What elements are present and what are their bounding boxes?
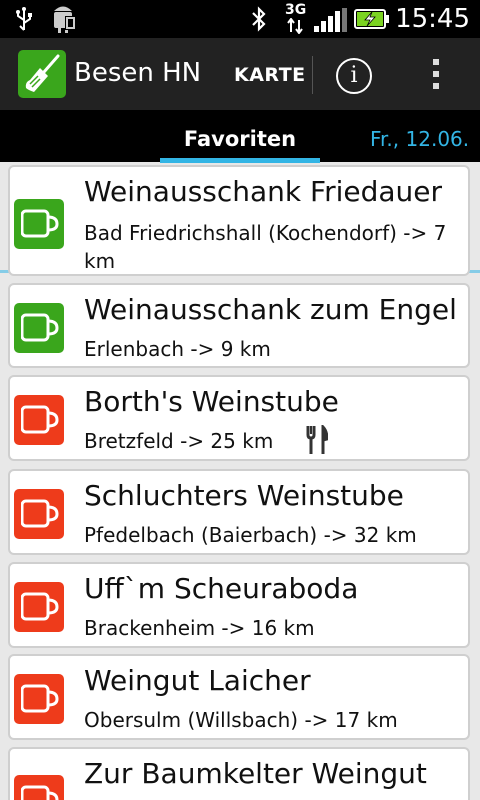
wine-cup-closed-icon: [14, 489, 64, 539]
broom-icon: [25, 54, 60, 92]
item-title: Uff`m Scheuraboda: [84, 572, 359, 605]
signal-icon: [314, 8, 347, 32]
item-title: Schluchters Weinstube: [84, 479, 404, 512]
item-title: Weingut Laicher: [84, 664, 311, 697]
list-item[interactable]: Uff`m Scheuraboda Brackenheim -> 16 km: [8, 562, 470, 648]
app-title: Besen HN: [74, 58, 202, 88]
wine-cup-open-icon: [14, 303, 64, 353]
action-bar-divider: [312, 56, 313, 94]
favorites-list: Weinausschank Friedauer Bad Friedrichsha…: [0, 163, 480, 800]
list-item[interactable]: Schluchters Weinstube Pfedelbach (Baierb…: [8, 469, 470, 555]
item-title: Weinausschank zum Engel: [84, 293, 457, 326]
status-bar: 3G 15:45: [0, 0, 480, 38]
item-title: Zur Baumkelter Weingut: [84, 757, 427, 790]
wine-cup-closed-icon: [14, 775, 64, 800]
item-subtitle: Bad Friedrichshall (Kochendorf) -> 7 km: [84, 221, 447, 273]
data-arrows-icon: [287, 18, 303, 34]
status-time: 15:45: [395, 4, 470, 34]
app-logo-icon[interactable]: [18, 50, 66, 98]
tab-bar: Favoriten Fr., 12.06.: [0, 110, 480, 273]
item-subtitle: Obersulm (Willsbach) -> 17 km: [84, 708, 398, 732]
list-item[interactable]: Weinausschank zum Engel Erlenbach -> 9 k…: [8, 283, 470, 368]
list-item[interactable]: Weingut Laicher Obersulm (Willsbach) -> …: [8, 654, 470, 740]
map-button[interactable]: KARTE: [234, 64, 306, 86]
wine-cup-closed-icon: [14, 395, 64, 445]
info-icon[interactable]: i: [336, 58, 372, 94]
tab-favoriten[interactable]: Favoriten: [160, 110, 320, 162]
tab-date[interactable]: Fr., 12.06.: [370, 110, 469, 162]
wine-cup-open-icon: [14, 199, 64, 249]
network-type-label: 3G: [285, 2, 307, 18]
info-glyph: i: [350, 63, 358, 88]
bluetooth-icon: [252, 6, 266, 32]
android-debug-icon: [54, 6, 76, 33]
item-subtitle: Pfedelbach (Baierbach) -> 32 km: [84, 523, 417, 547]
battery-charging-icon: [354, 9, 389, 29]
item-subtitle: Brackenheim -> 16 km: [84, 616, 315, 640]
item-title: Borth's Weinstube: [84, 385, 339, 418]
list-item[interactable]: Zur Baumkelter Weingut: [8, 747, 470, 800]
action-bar: Besen HN KARTE i: [0, 38, 480, 110]
usb-icon: [16, 7, 32, 31]
list-item[interactable]: Weinausschank Friedauer Bad Friedrichsha…: [8, 165, 470, 276]
item-subtitle: Bretzfeld -> 25 km: [84, 429, 274, 453]
list-item[interactable]: Borth's Weinstube Bretzfeld -> 25 km: [8, 375, 470, 461]
fork-knife-icon: [306, 425, 328, 454]
item-title: Weinausschank Friedauer: [84, 175, 443, 208]
overflow-menu-icon[interactable]: [426, 56, 446, 94]
item-subtitle: Erlenbach -> 9 km: [84, 337, 271, 361]
wine-cup-closed-icon: [14, 674, 64, 724]
wine-cup-closed-icon: [14, 582, 64, 632]
